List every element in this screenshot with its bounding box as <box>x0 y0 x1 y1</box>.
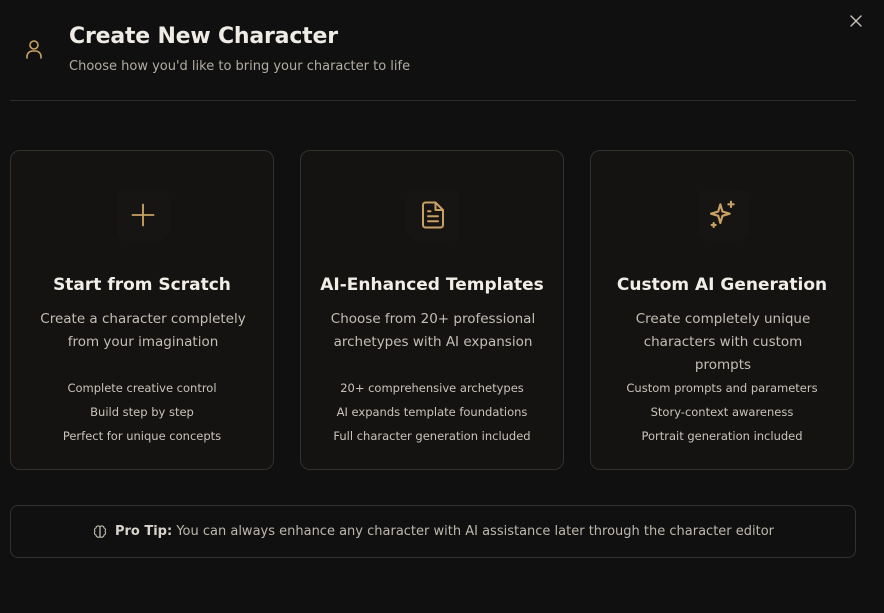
create-character-modal: Create New Character Choose how you'd li… <box>0 0 884 613</box>
pro-tip-label: Pro Tip: <box>114 524 173 539</box>
card-description: Create a character completely from your … <box>40 311 246 350</box>
card-feature-item: Full character generation included <box>333 429 531 443</box>
card-icon-wrapper <box>117 189 169 241</box>
header-divider <box>10 100 856 101</box>
card-feature-list: Custom prompts and parameters Story-cont… <box>591 376 853 448</box>
pro-tip-text: Pro Tip: You can always enhance any char… <box>115 524 774 539</box>
page-subtitle: Choose how you'd like to bring your char… <box>69 59 411 74</box>
card-feature-item: 20+ comprehensive archetypes <box>340 381 524 395</box>
card-feature-list: Complete creative control Build step by … <box>11 376 273 448</box>
pro-tip-message: You can always enhance any character wit… <box>176 524 775 539</box>
card-feature-item: Story-context awareness <box>650 405 794 419</box>
card-feature-item: Custom prompts and parameters <box>626 381 818 395</box>
close-button[interactable] <box>846 11 866 31</box>
page-title: Create New Character <box>69 24 338 49</box>
user-icon <box>26 40 42 59</box>
card-icon-wrapper <box>697 189 749 241</box>
card-icon-wrapper <box>407 189 459 241</box>
card-title: Custom AI Generation <box>616 275 828 295</box>
card-feature-item: Build step by step <box>90 405 194 419</box>
card-title: AI-Enhanced Templates <box>320 275 544 295</box>
card-feature-list: 20+ comprehensive archetypes AI expands … <box>301 376 563 448</box>
card-feature-item: Portrait generation included <box>641 429 803 443</box>
brain-icon <box>93 524 107 538</box>
close-icon <box>850 15 862 27</box>
option-card-scratch[interactable]: Start from Scratch Create a character co… <box>10 150 274 470</box>
card-description: Create completely unique characters with… <box>635 311 811 373</box>
sparkles-icon <box>709 200 735 229</box>
option-card-custom-ai[interactable]: Custom AI Generation Create completely u… <box>590 150 854 470</box>
pro-tip-banner: Pro Tip: You can always enhance any char… <box>10 505 856 558</box>
file-text-icon <box>422 201 444 229</box>
card-feature-item: Perfect for unique concepts <box>62 429 222 443</box>
option-card-templates[interactable]: AI-Enhanced Templates Choose from 20+ pr… <box>300 150 564 470</box>
card-feature-item: AI expands template foundations <box>336 405 528 419</box>
card-description: Choose from 20+ professional archetypes … <box>330 311 536 350</box>
plus-icon <box>131 203 155 227</box>
card-feature-item: Complete creative control <box>67 381 217 395</box>
card-title: Start from Scratch <box>53 275 231 295</box>
